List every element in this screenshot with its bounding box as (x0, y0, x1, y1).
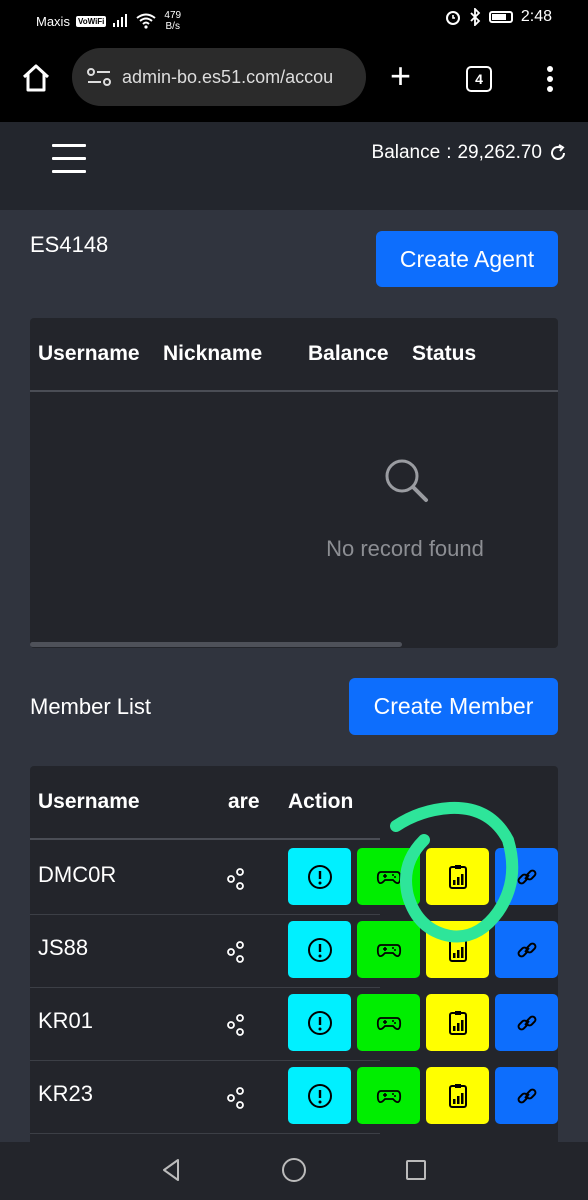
status-left: Maxis VoWiFi 479 B/s (36, 10, 181, 32)
create-member-button[interactable]: Create Member (349, 678, 558, 735)
bluetooth-icon (470, 8, 481, 26)
link-icon (517, 942, 536, 957)
create-agent-button[interactable]: Create Agent (376, 231, 558, 287)
home-icon[interactable] (20, 62, 52, 94)
balance-value: 29,262.70 (457, 142, 542, 163)
member-username: KR23 (38, 1081, 94, 1106)
wifi-icon (136, 13, 157, 29)
column-header-username[interactable]: Username (38, 790, 140, 814)
carrier-label: Maxis (36, 13, 70, 29)
info-button[interactable] (288, 848, 351, 905)
report-button[interactable] (426, 994, 489, 1051)
app-header: Balance:29,262.70 (0, 122, 588, 210)
game-button[interactable] (357, 1067, 420, 1124)
info-icon (307, 864, 332, 889)
link-icon (517, 869, 536, 884)
back-icon[interactable] (160, 1158, 182, 1182)
report-button[interactable] (426, 848, 489, 905)
column-header-action[interactable]: Action (288, 790, 353, 814)
report-button[interactable] (426, 1067, 489, 1124)
balance-display: Balance:29,262.70 (372, 142, 568, 164)
main-content: ES4148 Create Agent Username Nickname Ba… (0, 210, 588, 1142)
home-nav-icon[interactable] (282, 1158, 306, 1182)
share-icon[interactable] (226, 941, 246, 963)
search-icon (385, 459, 428, 502)
site-settings-icon[interactable] (86, 67, 112, 87)
info-button[interactable] (288, 994, 351, 1051)
gamepad-icon (376, 870, 401, 884)
info-icon (307, 1083, 332, 1108)
column-header-status[interactable]: Status (412, 342, 476, 366)
link-button[interactable] (495, 848, 558, 905)
report-icon (448, 1010, 467, 1035)
empty-state-text: No record found (326, 536, 484, 561)
member-username: DMC0R (38, 862, 117, 887)
new-tab-button[interactable]: + (390, 58, 411, 94)
horizontal-scrollbar[interactable] (30, 642, 402, 647)
game-button[interactable] (357, 848, 420, 905)
member-username: KR01 (38, 1008, 94, 1033)
gamepad-icon (376, 1089, 401, 1103)
link-button[interactable] (495, 921, 558, 978)
member-table-header: Username are Action (30, 766, 380, 840)
browser-toolbar: admin-bo.es51.com/accou + 4 (0, 40, 588, 122)
more-menu-icon[interactable] (547, 66, 555, 96)
alarm-icon (445, 11, 460, 25)
signal-icon (113, 14, 128, 27)
link-icon (517, 1015, 536, 1030)
speed-value: 479 (164, 10, 182, 21)
game-button[interactable] (357, 994, 420, 1051)
gamepad-icon (376, 943, 401, 957)
speed-unit: B/s (165, 21, 180, 32)
report-icon (448, 864, 467, 889)
share-icon[interactable] (226, 1014, 246, 1036)
info-icon (307, 937, 332, 962)
share-icon[interactable] (226, 868, 246, 890)
tab-switcher-button[interactable]: 4 (466, 66, 492, 92)
link-button[interactable] (495, 1067, 558, 1124)
report-button[interactable] (426, 921, 489, 978)
link-button[interactable] (495, 994, 558, 1051)
column-header-nickname[interactable]: Nickname (163, 342, 262, 366)
link-icon (517, 1088, 536, 1103)
member-table: Username are Action DMC0R JS88 KR01 KR23 (30, 766, 558, 1142)
battery-icon (488, 11, 513, 23)
report-icon (448, 937, 467, 962)
url-text: admin-bo.es51.com/accou (122, 66, 334, 87)
info-button[interactable] (288, 1067, 351, 1124)
address-bar[interactable]: admin-bo.es51.com/accou (72, 48, 366, 106)
status-right: 2:48 (445, 8, 552, 26)
balance-separator: : (446, 142, 452, 163)
balance-label: Balance (371, 142, 441, 163)
status-bar: Maxis VoWiFi 479 B/s 2:48 (0, 0, 588, 40)
agent-table-header: Username Nickname Balance Status (30, 318, 558, 392)
column-header-share[interactable]: are (228, 790, 260, 814)
recent-apps-icon[interactable] (406, 1160, 426, 1180)
game-button[interactable] (357, 921, 420, 978)
report-icon (448, 1083, 467, 1108)
info-button[interactable] (288, 921, 351, 978)
info-icon (307, 1010, 332, 1035)
member-username: JS88 (38, 935, 89, 960)
hamburger-menu-icon[interactable] (52, 144, 86, 183)
agent-table: Username Nickname Balance Status No reco… (30, 318, 558, 648)
column-header-username[interactable]: Username (38, 342, 140, 366)
gamepad-icon (376, 1016, 401, 1030)
vowifi-badge: VoWiFi (75, 15, 107, 27)
agent-section-title: ES4148 (30, 232, 109, 257)
member-section-title: Member List (30, 694, 152, 719)
clock: 2:48 (520, 8, 552, 25)
system-navigation-bar (0, 1142, 588, 1200)
refresh-icon[interactable] (548, 143, 568, 163)
network-speed: 479 B/s (164, 10, 181, 32)
share-icon[interactable] (226, 1087, 246, 1109)
column-header-balance[interactable]: Balance (308, 342, 389, 366)
